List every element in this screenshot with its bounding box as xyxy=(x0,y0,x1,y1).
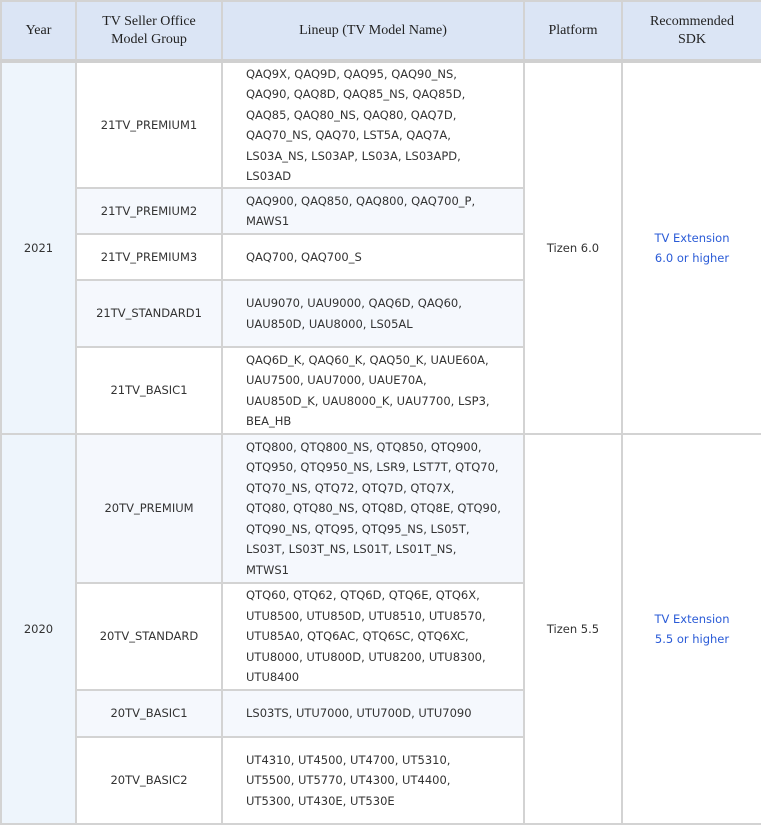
lineup-cell: QAQ900, QAQ850, QAQ800, QAQ700_P, MAWS1 xyxy=(221,187,525,235)
model-group-cell: 20TV_BASIC1 xyxy=(75,689,223,738)
model-group-cell: 21TV_STANDARD1 xyxy=(75,279,223,348)
lineup-cell: QAQ700, QAQ700_S xyxy=(221,233,525,281)
model-group-cell: 20TV_STANDARD xyxy=(75,582,223,691)
lineup-cell: QAQ9X, QAQ9D, QAQ95, QAQ90_NS, QAQ90, QA… xyxy=(221,60,525,189)
model-group-cell: 21TV_BASIC1 xyxy=(75,346,223,435)
header-model-group-label: TV Seller Office Model Group xyxy=(102,13,196,47)
platform-cell: Tizen 5.5 xyxy=(523,433,623,825)
sdk-cell: TV Extension 6.0 or higher xyxy=(621,60,761,435)
lineup-cell: QTQ800, QTQ800_NS, QTQ850, QTQ900, QTQ95… xyxy=(221,433,525,584)
header-sdk: Recommended SDK xyxy=(621,0,761,63)
header-model-group: TV Seller Office Model Group xyxy=(75,0,223,63)
lineup-cell: QTQ60, QTQ62, QTQ6D, QTQ6E, QTQ6X, UTU85… xyxy=(221,582,525,691)
year-cell: 2020 xyxy=(0,433,77,825)
sdk-cell: TV Extension 5.5 or higher xyxy=(621,433,761,825)
model-group-cell: 20TV_BASIC2 xyxy=(75,736,223,825)
tv-model-table: Year TV Seller Office Model Group Lineup… xyxy=(0,0,761,825)
model-group-cell: 21TV_PREMIUM3 xyxy=(75,233,223,281)
lineup-cell: QAQ6D_K, QAQ60_K, QAQ50_K, UAUE60A, UAU7… xyxy=(221,346,525,435)
lineup-cell: LS03TS, UTU7000, UTU700D, UTU7090 xyxy=(221,689,525,738)
model-group-cell: 21TV_PREMIUM2 xyxy=(75,187,223,235)
model-group-cell: 20TV_PREMIUM xyxy=(75,433,223,584)
sdk-link[interactable]: TV Extension 6.0 or higher xyxy=(647,228,737,269)
lineup-cell: UT4310, UT4500, UT4700, UT5310, UT5500, … xyxy=(221,736,525,825)
header-year: Year xyxy=(0,0,77,63)
header-row: Year TV Seller Office Model Group Lineup… xyxy=(0,0,761,63)
table-row: 2021 21TV_PREMIUM1 QAQ9X, QAQ9D, QAQ95, … xyxy=(0,60,761,435)
header-platform: Platform xyxy=(523,0,623,63)
header-lineup: Lineup (TV Model Name) xyxy=(221,0,525,63)
table-row: 2020 20TV_PREMIUM QTQ800, QTQ800_NS, QTQ… xyxy=(0,433,761,825)
sdk-link[interactable]: TV Extension 5.5 or higher xyxy=(647,609,737,650)
model-group-cell: 21TV_PREMIUM1 xyxy=(75,60,223,189)
lineup-cell: UAU9070, UAU9000, QAQ6D, QAQ60, UAU850D,… xyxy=(221,279,525,348)
year-cell: 2021 xyxy=(0,60,77,435)
platform-cell: Tizen 6.0 xyxy=(523,60,623,435)
header-sdk-label: Recommended SDK xyxy=(650,13,734,47)
